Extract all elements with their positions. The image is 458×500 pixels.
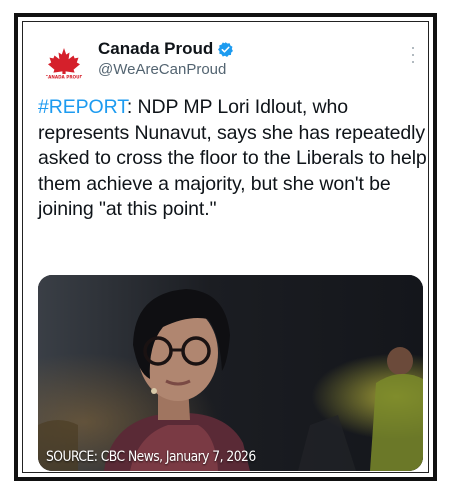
photo-illustration [38, 275, 423, 471]
image-caption: SOURCE: CBC News, January 7, 2026 [46, 449, 256, 465]
account-name-text[interactable]: Canada Proud [98, 39, 213, 59]
hashtag-link[interactable]: #REPORT [38, 96, 127, 118]
maple-leaf-logo-icon: CANADA PROUD [45, 48, 84, 79]
account-name[interactable]: Canada Proud [98, 39, 234, 59]
post-image[interactable]: SOURCE: CBC News, January 7, 2026 [38, 275, 423, 471]
svg-text:CANADA PROUD: CANADA PROUD [45, 74, 83, 79]
post-text: #REPORT: NDP MP Lori Idlout, who represe… [38, 95, 433, 223]
verified-badge-icon [218, 41, 234, 57]
post-frame: CANADA PROUD Canada Proud @WeAreCanProud… [14, 13, 437, 481]
account-handle[interactable]: @WeAreCanProud [98, 61, 226, 78]
avatar[interactable]: CANADA PROUD [43, 44, 85, 86]
more-options-icon[interactable] [410, 47, 416, 63]
